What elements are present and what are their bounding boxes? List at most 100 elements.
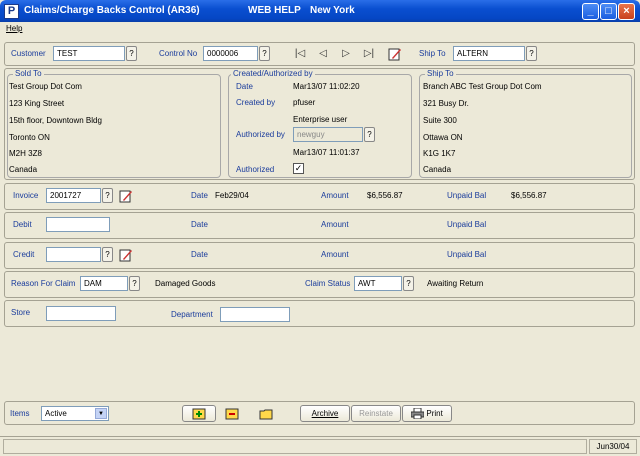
customer-label: Customer <box>11 49 46 58</box>
debit-amount-label: Amount <box>321 220 349 229</box>
authorized-by-label: Authorized by <box>236 130 285 139</box>
ship-to-lookup-button[interactable]: ? <box>526 46 537 61</box>
credit-label: Credit <box>13 250 35 259</box>
remove-icon <box>225 408 239 420</box>
created-by-label: Created by <box>236 98 276 107</box>
store-panel: Store Department <box>4 300 635 327</box>
sold-to-line: Canada <box>9 165 38 174</box>
print-button[interactable]: Print <box>402 405 452 422</box>
created-date-value: Mar13/07 11:02:20 <box>293 82 360 91</box>
open-folder-button[interactable] <box>253 405 279 422</box>
folder-icon <box>259 409 273 420</box>
credit-panel: Credit ? Date Amount Unpaid Bal <box>4 242 635 269</box>
debit-date-label: Date <box>191 220 208 229</box>
ship-to-line: Branch ABC Test Group Dot Com <box>423 82 542 91</box>
reason-lookup-button[interactable]: ? <box>129 276 140 291</box>
created-by-desc: Enterprise user <box>293 115 348 124</box>
debit-input[interactable] <box>46 217 110 232</box>
authorized-by-input[interactable]: newguy <box>293 127 363 142</box>
debit-unpaid-label: Unpaid Bal <box>447 220 487 229</box>
minimize-button[interactable]: _ <box>582 3 599 20</box>
customer-lookup-button[interactable]: ? <box>126 46 137 61</box>
credit-amount-label: Amount <box>321 250 349 259</box>
sold-to-title: Sold To <box>13 69 44 78</box>
debit-label: Debit <box>13 220 32 229</box>
web-help-label[interactable]: WEB HELP <box>248 5 301 16</box>
app-icon: P <box>4 4 19 19</box>
credit-unpaid-label: Unpaid Bal <box>447 250 487 259</box>
invoice-amount-value: $6,556.87 <box>367 191 403 200</box>
header-panel: Customer TEST ? Control No 0000006 ? |◁ … <box>4 42 635 66</box>
credit-lookup-button[interactable]: ? <box>102 247 113 262</box>
invoice-input[interactable]: 2001727 <box>46 188 101 203</box>
items-label: Items <box>10 409 30 418</box>
print-label: Print <box>426 409 443 418</box>
status-message-area <box>3 439 587 454</box>
store-label: Store <box>11 308 31 317</box>
reason-label: Reason For Claim <box>11 279 76 288</box>
claim-status-lookup-button[interactable]: ? <box>403 276 414 291</box>
title-bar: P Claims/Charge Backs Control (AR36) WEB… <box>0 0 640 22</box>
reason-input[interactable]: DAM <box>80 276 128 291</box>
reason-desc: Damaged Goods <box>155 279 216 288</box>
edit-icon[interactable] <box>388 47 402 61</box>
add-item-button[interactable] <box>182 405 216 422</box>
maximize-button[interactable]: □ <box>600 3 617 20</box>
first-record-icon[interactable]: |◁ <box>293 47 307 61</box>
credit-edit-icon[interactable] <box>119 248 133 262</box>
close-button[interactable]: × <box>618 3 635 20</box>
invoice-label: Invoice <box>13 191 39 200</box>
sold-to-line: 15th floor, Downtown Bldg <box>9 116 102 125</box>
printer-icon <box>410 407 425 420</box>
claim-status-label: Claim Status <box>305 279 351 288</box>
next-record-icon[interactable]: ▷ <box>339 47 353 61</box>
store-input[interactable] <box>46 306 116 321</box>
window-title: Claims/Charge Backs Control (AR36) <box>24 5 200 16</box>
claim-status-desc: Awaiting Return <box>427 279 484 288</box>
department-input[interactable] <box>220 307 290 322</box>
invoice-unpaid-value: $6,556.87 <box>511 191 547 200</box>
created-by-value: pfuser <box>293 98 316 107</box>
authorized-by-lookup-button[interactable]: ? <box>364 127 375 142</box>
invoice-amount-label: Amount <box>321 191 349 200</box>
control-no-input[interactable]: 0000006 <box>203 46 258 61</box>
customer-input[interactable]: TEST <box>53 46 125 61</box>
sold-to-line: Test Group Dot Com <box>9 82 82 91</box>
invoice-panel: Invoice 2001727 ? Date Feb29/04 Amount $… <box>4 183 635 210</box>
menu-help[interactable]: Help <box>6 24 22 33</box>
invoice-date-value: Feb29/04 <box>215 191 249 200</box>
created-date-label: Date <box>236 82 253 91</box>
ship-to-line: K1G 1K7 <box>423 149 456 158</box>
items-select[interactable]: Active ▼ <box>41 406 109 421</box>
empty-area <box>4 329 635 398</box>
control-no-label: Control No <box>159 49 198 58</box>
authorized-checkbox[interactable]: ✓ <box>293 163 304 174</box>
reinstate-button[interactable]: Reinstate <box>351 405 401 422</box>
address-panel: Sold To Test Group Dot Com 123 King Stre… <box>4 68 635 180</box>
authorized-date-value: Mar13/07 11:01:37 <box>293 148 360 157</box>
add-icon <box>192 408 206 420</box>
remove-item-button[interactable] <box>219 405 245 422</box>
reason-panel: Reason For Claim DAM ? Damaged Goods Cla… <box>4 271 635 298</box>
control-no-lookup-button[interactable]: ? <box>259 46 270 61</box>
ship-to-line: 321 Busy Dr. <box>423 99 469 108</box>
claim-status-input[interactable]: AWT <box>354 276 402 291</box>
status-date: Jun30/04 <box>589 439 637 454</box>
ship-to-line: Suite 300 <box>423 116 457 125</box>
credit-date-label: Date <box>191 250 208 259</box>
invoice-lookup-button[interactable]: ? <box>102 188 113 203</box>
invoice-edit-icon[interactable] <box>119 189 133 203</box>
chevron-down-icon[interactable]: ▼ <box>95 408 107 419</box>
ship-to-input[interactable]: ALTERN <box>453 46 525 61</box>
ship-to-line: Ottawa ON <box>423 133 463 142</box>
sold-to-line: Toronto ON <box>9 133 50 142</box>
prev-record-icon[interactable]: ◁ <box>316 47 330 61</box>
company-label: New York <box>310 5 355 16</box>
archive-button[interactable]: Archive <box>300 405 350 422</box>
invoice-unpaid-label: Unpaid Bal <box>447 191 487 200</box>
debit-panel: Debit Date Amount Unpaid Bal <box>4 212 635 239</box>
last-record-icon[interactable]: ▷| <box>362 47 376 61</box>
credit-input[interactable] <box>46 247 101 262</box>
created-title: Created/Authorized by <box>231 69 315 78</box>
ship-to-label: Ship To <box>419 49 446 58</box>
